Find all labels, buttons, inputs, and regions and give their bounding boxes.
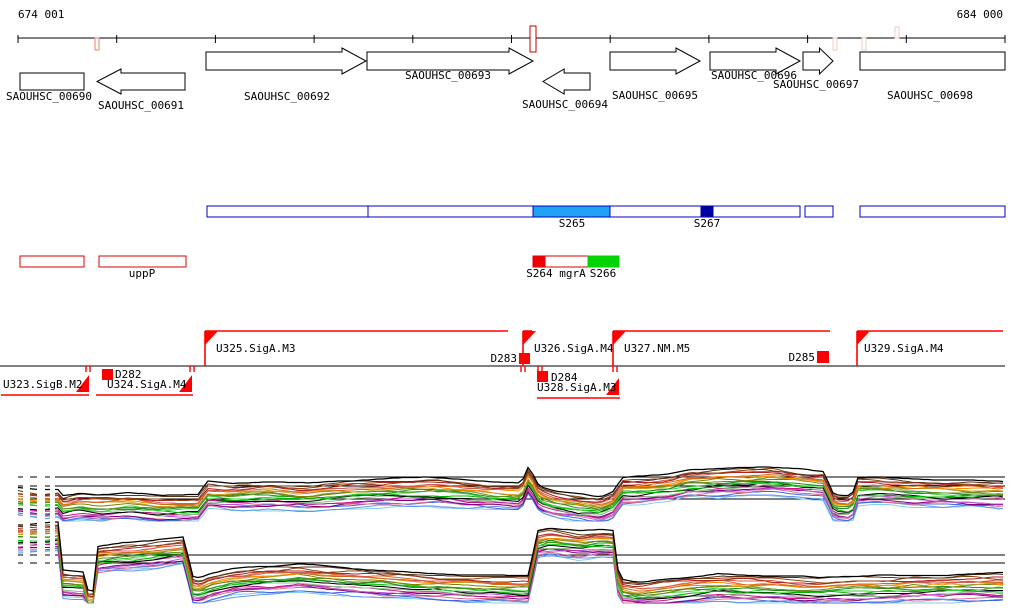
- terminator-box-D283[interactable]: [519, 353, 530, 364]
- segment-label-S265: S265: [559, 217, 586, 230]
- terminator-label-D285: D285: [789, 351, 816, 364]
- operon-label-uppP: uppP: [129, 267, 156, 280]
- sequence-break-stripe: [23, 452, 30, 608]
- gene-label-SAOUHSC_00692: SAOUHSC_00692: [244, 90, 330, 103]
- marker-pink-2[interactable]: [861, 37, 867, 51]
- expression-panel-upper: [17, 466, 1005, 522]
- transcript-segment[interactable]: [859, 205, 1006, 218]
- transcript-segment[interactable]: [367, 205, 534, 218]
- promoter-label-U325.SigA.M3: U325.SigA.M3: [216, 342, 295, 355]
- operon-segment[interactable]: [544, 255, 589, 268]
- coordinate-ruler: 674 001 684 000: [17, 8, 1006, 53]
- expression-trace: [18, 538, 1003, 604]
- ruler-start-coordinate: 674 001: [18, 8, 64, 21]
- marker-small-red[interactable]: [94, 37, 100, 51]
- operon-track: uppP S264 mgrA S266: [19, 255, 620, 280]
- gene-label-SAOUHSC_00691: SAOUHSC_00691: [98, 99, 184, 112]
- expression-signal-panels: [17, 452, 1005, 608]
- gene-label-SAOUHSC_00697: SAOUHSC_00697: [773, 78, 859, 91]
- operon-label-S264-mgrA: S264 mgrA: [526, 267, 586, 280]
- sequence-break-stripe: [50, 452, 55, 608]
- terminator-box-D284[interactable]: [537, 371, 548, 382]
- gene-label-SAOUHSC_00698: SAOUHSC_00698: [887, 89, 973, 102]
- gene-track: SAOUHSC_00690 SAOUHSC_00691 SAOUHSC_00692 S…: [6, 46, 1006, 112]
- transcript-inner-block[interactable]: [700, 205, 714, 218]
- gene-glyph-SAOUHSC_00692[interactable]: [205, 47, 368, 75]
- gene-glyph-SAOUHSC_00690[interactable]: [19, 72, 85, 91]
- terminator-label-D283: D283: [491, 352, 518, 365]
- gene-glyph-SAOUHSC_00697[interactable]: [802, 46, 834, 76]
- operon-segment[interactable]: [587, 255, 620, 268]
- operon-segment[interactable]: [532, 255, 546, 268]
- ruler-end-coordinate: 684 000: [957, 8, 1003, 21]
- gene-label-SAOUHSC_00693: SAOUHSC_00693: [405, 69, 491, 82]
- promoter-label-U323.SigB.M2: U323.SigB.M2: [3, 378, 82, 391]
- transcript-segment-track: S265 S267: [206, 205, 1006, 230]
- transcript-segment[interactable]: [532, 205, 611, 218]
- operon-segment[interactable]: [98, 255, 187, 268]
- gene-glyph-SAOUHSC_00694[interactable]: [542, 68, 591, 95]
- expression-trace: [17, 466, 1004, 498]
- segment-label-S267: S267: [694, 217, 721, 230]
- promoter-label-U329.SigA.M4: U329.SigA.M4: [864, 342, 944, 355]
- operon-segment[interactable]: [19, 255, 85, 268]
- promoter-annotation-track: U325.SigA.M3 U326.SigA.M4 U327.NM.M5 U329.S…: [0, 330, 1005, 399]
- marker-pink-1[interactable]: [832, 37, 838, 51]
- gene-glyph-SAOUHSC_00698[interactable]: [859, 51, 1006, 71]
- marker-tall-red[interactable]: [529, 25, 537, 53]
- transcript-segment[interactable]: [206, 205, 369, 218]
- genome-browser-view: 674 001 684 000 SAOUHSC_00690 SAOUHSC_006…: [0, 0, 1024, 611]
- operon-label-S266: S266: [590, 267, 617, 280]
- terminator-box-D285[interactable]: [817, 351, 829, 363]
- gene-label-SAOUHSC_00695: SAOUHSC_00695: [612, 89, 698, 102]
- gene-label-SAOUHSC_00694: SAOUHSC_00694: [522, 98, 608, 111]
- marker-pink-3[interactable]: [894, 26, 900, 39]
- promoter-label-U326.SigA.M4: U326.SigA.M4: [534, 342, 614, 355]
- transcript-segment[interactable]: [804, 205, 834, 218]
- gene-glyph-SAOUHSC_00691[interactable]: [95, 68, 186, 95]
- promoter-label-U327.NM.M5: U327.NM.M5: [624, 342, 690, 355]
- sequence-break-stripe: [37, 452, 45, 608]
- genome-browser-canvas: 674 001 684 000 SAOUHSC_00690SAOUHSC_006…: [0, 8, 1006, 608]
- terminator-box-D282[interactable]: [102, 369, 113, 380]
- terminator-label-D282: D282: [115, 368, 142, 381]
- expression-panel-lower: [17, 521, 1005, 604]
- gene-glyph-SAOUHSC_00695[interactable]: [609, 47, 702, 75]
- terminator-label-D284: D284: [551, 371, 578, 384]
- gene-label-SAOUHSC_00690: SAOUHSC_00690: [6, 90, 92, 103]
